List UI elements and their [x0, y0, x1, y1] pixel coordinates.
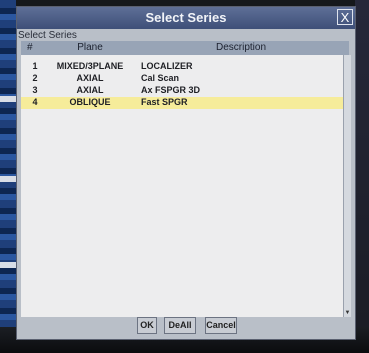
- scroll-down-arrow-icon[interactable]: ▼: [344, 309, 351, 317]
- series-description-cell: Cal Scan: [141, 73, 180, 83]
- select-series-dialog: Select Series X Select Series # Plane De…: [16, 6, 356, 340]
- table-row-selected[interactable]: 4 OBLIQUE Fast SPGR: [21, 97, 343, 109]
- column-header-description[interactable]: Description: [141, 42, 341, 53]
- series-description-cell: Ax FSPGR 3D: [141, 85, 201, 95]
- series-plane-cell: AXIAL: [76, 73, 104, 83]
- table-row[interactable]: 2 AXIAL Cal Scan: [21, 73, 343, 85]
- background-bar: [0, 262, 16, 268]
- table-row[interactable]: 3 AXIAL Ax FSPGR 3D: [21, 85, 343, 97]
- vertical-scrollbar[interactable]: ▼: [343, 55, 351, 317]
- background-bar: [0, 176, 16, 182]
- series-number-cell: 3: [32, 85, 38, 95]
- series-plane-cell: AXIAL: [76, 85, 104, 95]
- table-row[interactable]: 1 MIXED/3PLANE LOCALIZER: [21, 61, 343, 73]
- background-right-screen-edge: [355, 0, 369, 353]
- series-number-cell: 2: [32, 73, 38, 83]
- cancel-button[interactable]: Cancel: [205, 317, 237, 334]
- close-button[interactable]: X: [337, 9, 353, 25]
- deselect-all-button[interactable]: DeAll: [164, 317, 196, 334]
- series-description-cell: LOCALIZER: [141, 61, 193, 71]
- column-header-plane[interactable]: Plane: [51, 42, 129, 53]
- background-left-screen-edge: [0, 0, 16, 353]
- series-number-cell: 1: [32, 61, 38, 71]
- series-group-label: Select Series: [18, 30, 77, 41]
- series-number-cell: 4: [32, 97, 38, 107]
- series-plane-cell: OBLIQUE: [69, 97, 111, 107]
- series-description-cell: Fast SPGR: [141, 97, 188, 107]
- ok-button[interactable]: OK: [137, 317, 157, 334]
- dialog-title-bar[interactable]: Select Series X: [17, 7, 355, 29]
- background-bar: [0, 96, 16, 102]
- series-table-header: # Plane Description: [21, 41, 349, 56]
- column-header-number[interactable]: #: [27, 42, 47, 53]
- dialog-title: Select Series: [145, 10, 227, 25]
- series-table: 1 MIXED/3PLANE LOCALIZER 2 AXIAL Cal Sca…: [21, 55, 343, 317]
- series-plane-cell: MIXED/3PLANE: [56, 61, 124, 71]
